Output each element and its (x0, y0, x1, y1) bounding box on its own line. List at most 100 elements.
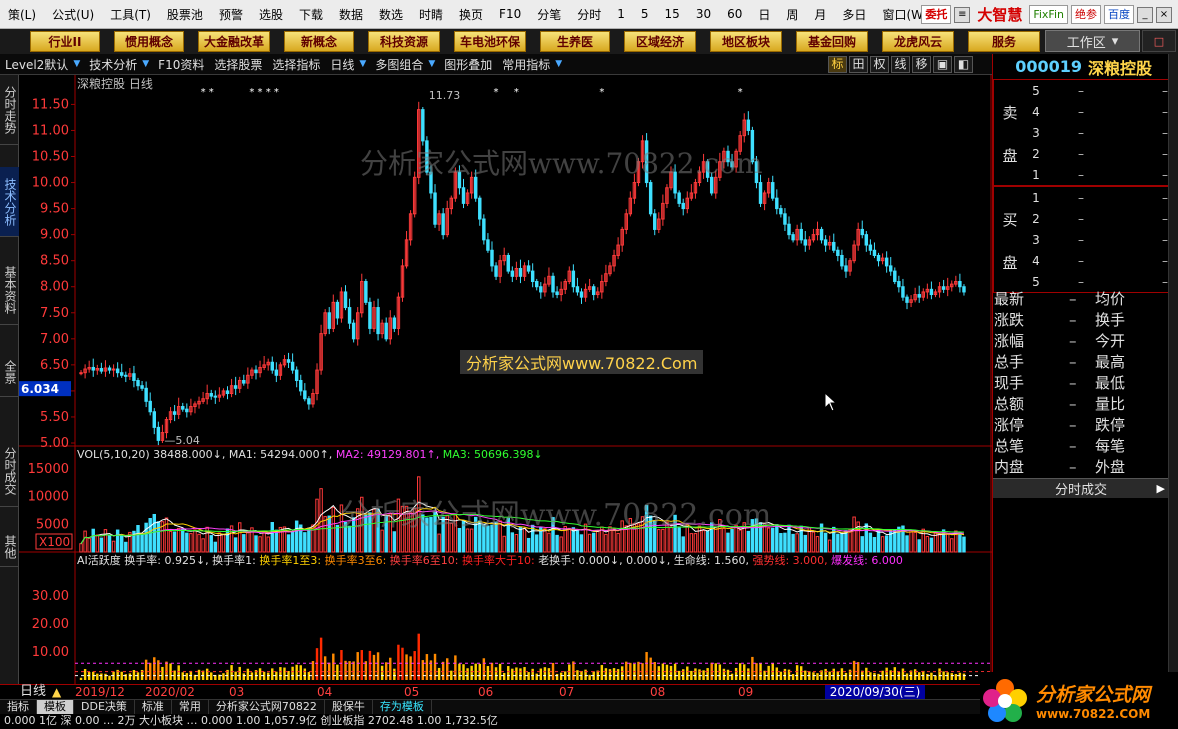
turnover-bar (380, 665, 384, 680)
turnover-bar (791, 674, 795, 680)
dropdown-icon[interactable]: ▼ (428, 59, 435, 69)
subbar-item[interactable]: 日线 (325, 56, 359, 73)
restore-icon[interactable]: □ (1142, 30, 1176, 52)
play-icon[interactable]: ▶ (1157, 482, 1165, 495)
menu-item[interactable]: 预警 (211, 6, 251, 23)
sector-button[interactable]: 生养医 (540, 31, 610, 52)
menu-item[interactable]: 5 (633, 7, 657, 21)
template-tab[interactable]: 常用 (172, 700, 209, 714)
menu-item[interactable]: 分时 (569, 6, 609, 23)
logo-url: www.70822.COM (1036, 707, 1151, 721)
menu-item[interactable]: 15 (657, 7, 688, 21)
left-tab[interactable]: 其他 (0, 527, 19, 567)
left-tab[interactable]: 分时成交 (0, 435, 19, 507)
menu-item[interactable]: 周 (778, 6, 806, 23)
grid-icon[interactable]: ≡ (954, 6, 971, 23)
dropdown-icon[interactable]: ▼ (359, 59, 366, 69)
left-tab[interactable]: 技术分析 (0, 167, 19, 237)
menu-item[interactable]: 选股 (251, 6, 291, 23)
subbar-item[interactable]: 选择指标 (267, 56, 325, 73)
sector-button[interactable]: 龙虎风云 (882, 31, 954, 52)
vol-unit: X100 (39, 535, 70, 549)
dropdown-icon[interactable]: ▼ (555, 59, 562, 69)
baidu-button[interactable]: 百度 (1104, 5, 1134, 24)
menu-item[interactable]: 工具(T) (102, 6, 159, 23)
template-tab[interactable]: 模板 (37, 700, 74, 714)
dropdown-icon[interactable]: ▼ (142, 59, 149, 69)
menu-item[interactable]: 多日 (834, 6, 874, 23)
template-tab[interactable]: 指标 (0, 700, 37, 714)
subbar-item[interactable]: Level2默认 (0, 56, 73, 73)
juecan-button[interactable]: 绝参 (1071, 5, 1101, 24)
chart-mode-icon[interactable]: ▣ (933, 56, 952, 73)
left-tab[interactable]: 全景 (0, 347, 19, 397)
menu-item[interactable]: F10 (491, 7, 529, 21)
workarea-tab[interactable]: 工作区 ▾ (1045, 30, 1140, 52)
vol-tick: 10000 (28, 490, 69, 505)
menu-item[interactable]: 时睛 (411, 6, 451, 23)
sector-button[interactable]: 新概念 (284, 31, 354, 52)
chart-mode-icon[interactable]: 田 (849, 56, 868, 73)
tick-detail-tab[interactable]: 分时成交 ▶ (993, 478, 1169, 498)
subbar-item[interactable]: F10资料 (153, 56, 209, 73)
menu-item[interactable]: 1 (609, 7, 633, 21)
chart-mode-icon[interactable]: 权 (870, 56, 889, 73)
chart-mode-icon[interactable]: ◧ (954, 56, 973, 73)
vertical-scrollbar[interactable] (1168, 54, 1178, 684)
subbar-item[interactable]: 常用指标 (497, 56, 555, 73)
kline-chart[interactable]: 5.005.506.006.507.007.508.008.509.009.50… (19, 75, 992, 684)
chart-mode-icon[interactable]: 移 (912, 56, 931, 73)
sector-button[interactable]: 科技资源 (368, 31, 440, 52)
sell-book: 卖 盘 5 – – 4 – – 3 – – 2 – – 1 – – (993, 79, 1169, 186)
template-tab[interactable]: 存为模板 (373, 700, 432, 714)
dropdown-icon[interactable]: ▼ (73, 59, 80, 69)
subbar-item[interactable]: 多图组合 (370, 56, 428, 73)
candle-body (551, 275, 555, 293)
menu-item[interactable]: 换页 (451, 6, 491, 23)
menu-item[interactable]: 数选 (371, 6, 411, 23)
template-tab[interactable]: 分析家公式网70822 (209, 700, 325, 714)
sector-button[interactable]: 惯用概念 (114, 31, 184, 52)
sector-button[interactable]: 行业II (30, 31, 100, 52)
turnover-bar (153, 657, 156, 680)
period-up-icon[interactable]: ▲ (52, 685, 61, 699)
sector-button[interactable]: 车电池环保 (454, 31, 526, 52)
menu-item[interactable]: 下载 (291, 6, 331, 23)
sector-button[interactable]: 区域经济 (624, 31, 696, 52)
left-tab[interactable]: 分时走势 (0, 75, 19, 145)
period-label[interactable]: 日线 (20, 685, 46, 699)
candle-body (518, 268, 523, 277)
subbar-item[interactable]: 图形叠加 (439, 56, 497, 73)
subbar-item[interactable]: 选择股票 (209, 56, 267, 73)
candle-body (286, 359, 291, 363)
menu-item[interactable]: 股票池 (159, 6, 211, 23)
subbar-item[interactable]: 技术分析 (84, 56, 142, 73)
fixfin-button[interactable]: FixFin (1029, 5, 1068, 24)
turnover-bar (474, 663, 477, 680)
template-tab[interactable]: DDE决策 (74, 700, 135, 714)
menu-item[interactable]: 数据 (331, 6, 371, 23)
left-tab[interactable]: 基本资料 (0, 255, 19, 325)
tick-detail-label: 分时成交 (1054, 483, 1107, 498)
entrust-button[interactable]: 委托 (921, 5, 952, 24)
close-icon[interactable]: × (1156, 6, 1172, 23)
chart-mode-icon[interactable]: 标 (828, 56, 847, 73)
chart-mode-icon[interactable]: 线 (891, 56, 910, 73)
vol-bar (124, 541, 128, 553)
sector-button[interactable]: 地区板块 (710, 31, 782, 52)
menu-item[interactable]: 60 (719, 7, 750, 21)
template-tab[interactable]: 标准 (135, 700, 172, 714)
menu-item[interactable]: 分笔 (529, 6, 569, 23)
menu-item[interactable]: 月 (806, 6, 834, 23)
menu-item[interactable]: 公式(U) (44, 6, 102, 23)
turnover-bar (568, 664, 571, 680)
menu-item[interactable]: 30 (688, 7, 719, 21)
candle-body (132, 373, 136, 381)
menu-item[interactable]: 策(L) (0, 6, 44, 23)
sector-button[interactable]: 基金回购 (796, 31, 868, 52)
sector-button[interactable]: 大金融改革 (198, 31, 270, 52)
template-tab[interactable]: 股保牛 (325, 700, 373, 714)
sector-button[interactable]: 服务 (968, 31, 1040, 52)
menu-item[interactable]: 日 (750, 6, 778, 23)
minimize-icon[interactable]: _ (1137, 6, 1153, 23)
